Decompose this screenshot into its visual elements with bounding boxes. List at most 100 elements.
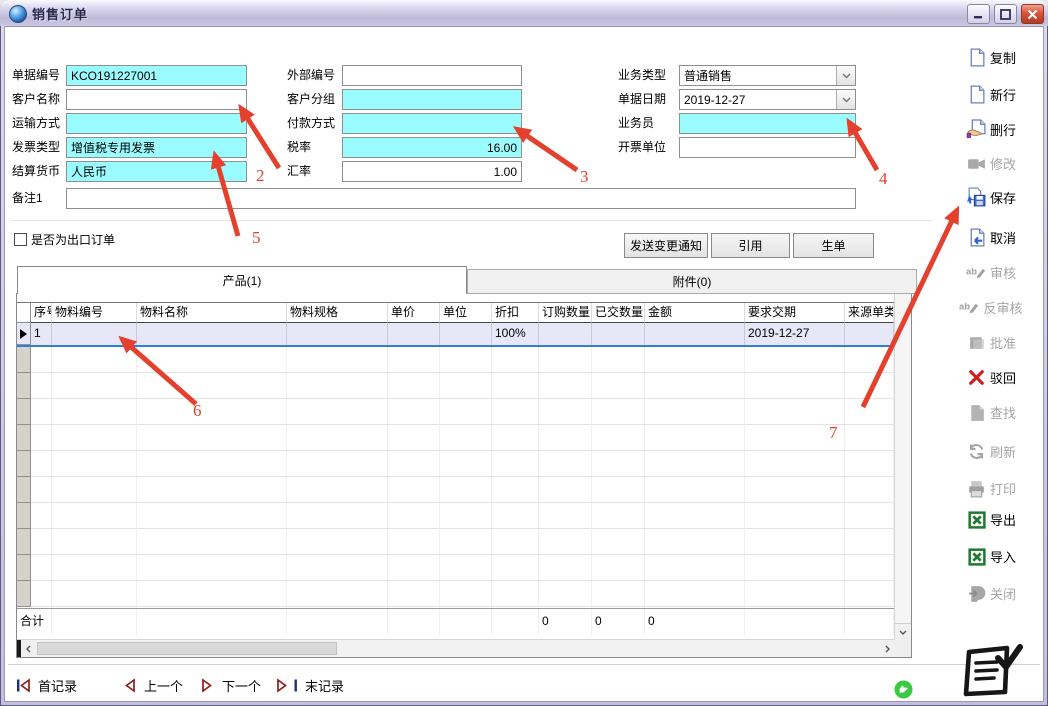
customer-group-field[interactable] (342, 89, 522, 110)
sidebar-button-reject[interactable]: 驳回 (944, 364, 1038, 390)
new-row-icon (966, 84, 987, 105)
tab-products[interactable]: 产品(1) (17, 266, 467, 294)
scroll-right-button[interactable] (880, 640, 895, 657)
grid-cell[interactable] (137, 323, 287, 345)
sidebar-button-delete-row[interactable]: 删行 (944, 116, 1038, 142)
unaudit-icon: ab (959, 297, 980, 318)
grid-cell (592, 373, 645, 399)
grid-cell (137, 555, 287, 581)
svg-text:ab: ab (966, 266, 977, 277)
grid-cell[interactable] (388, 323, 440, 345)
sidebar-button-modify[interactable]: 修改 (944, 150, 1038, 176)
order-date-dropdown-button[interactable] (836, 90, 855, 109)
exchange-rate-field[interactable]: 1.00 (342, 161, 522, 182)
column-header[interactable]: 物料编号 (52, 303, 137, 323)
payment-method-field[interactable] (342, 113, 522, 134)
sidebar-button-export[interactable]: 导出 (944, 506, 1038, 532)
grid-cell[interactable]: 1 (31, 323, 52, 345)
vertical-scrollbar[interactable] (894, 294, 911, 640)
grid-cell[interactable] (287, 323, 388, 345)
column-header[interactable]: 金额 (645, 303, 745, 323)
remark1-field[interactable] (66, 188, 856, 209)
settle-currency-field[interactable]: 人民币 (66, 161, 247, 182)
transport-mode-field[interactable] (66, 113, 247, 134)
tax-rate-field[interactable]: 16.00 (342, 137, 522, 158)
sidebar-button-approve[interactable]: 批准 (944, 329, 1038, 355)
column-header[interactable]: 单价 (388, 303, 440, 323)
save-icon (966, 187, 987, 208)
horizontal-scrollbar[interactable] (17, 639, 895, 657)
order-no-field[interactable]: KCO191227001 (66, 65, 247, 86)
sidebar-button-refresh[interactable]: 刷新 (944, 438, 1038, 464)
label-transport-mode: 运输方式 (12, 113, 60, 134)
column-header[interactable]: 物料名称 (137, 303, 287, 323)
grid-cell[interactable] (845, 323, 894, 345)
column-header[interactable]: 订购数量 (539, 303, 592, 323)
sidebar-button-close[interactable]: 关闭 (944, 580, 1038, 606)
grid-cell (492, 425, 539, 451)
grid-cell (745, 529, 845, 555)
grid-cell (492, 477, 539, 503)
scroll-left-button[interactable] (21, 640, 36, 657)
grid-cell[interactable]: 100% (492, 323, 539, 345)
salesperson-field[interactable] (679, 113, 856, 134)
grid-cell (539, 451, 592, 477)
grid-cell (539, 555, 592, 581)
sidebar-button-copy[interactable]: 复制 (944, 44, 1038, 70)
column-header[interactable]: 来源单类! (845, 303, 894, 323)
grid-cell[interactable] (52, 323, 137, 345)
customer-name-field[interactable] (66, 89, 247, 110)
label-exchange-rate: 汇率 (287, 161, 311, 182)
export-order-checkbox[interactable] (14, 233, 27, 246)
grid-cell (52, 399, 137, 425)
order-date-select[interactable]: 2019-12-27 (679, 89, 856, 110)
grid-cell (137, 503, 287, 529)
grid-cell[interactable] (592, 323, 645, 345)
grid-cell (31, 451, 52, 477)
sidebar-button-cancel[interactable]: 取消 (944, 224, 1038, 250)
tab-attachments[interactable]: 附件(0) (467, 269, 917, 294)
column-header[interactable]: 序号 (31, 303, 52, 323)
grid-total-row: 合计000 (17, 608, 894, 635)
sidebar-button-print[interactable]: 打印 (944, 475, 1038, 501)
nav-previous-record[interactable]: 上一个 (122, 674, 183, 696)
external-no-field[interactable] (342, 65, 522, 86)
grid-cell[interactable] (539, 323, 592, 345)
column-header[interactable]: 要求交期 (745, 303, 845, 323)
grid-cell[interactable] (645, 323, 745, 345)
app-logo (956, 642, 1024, 706)
generate-order-button[interactable]: 生单 (793, 233, 874, 258)
sidebar-button-import[interactable]: 导入 (944, 543, 1038, 569)
nav-next-record[interactable]: 下一个 (200, 674, 261, 696)
grid-row-selected[interactable]: 1 100% 2019-12-27 (17, 323, 911, 347)
nav-last-record[interactable]: 末记录 (276, 674, 344, 696)
business-type-dropdown-button[interactable] (836, 66, 855, 85)
scroll-down-button[interactable] (895, 623, 911, 640)
grid-cell (52, 609, 137, 635)
column-header[interactable]: 已交数量 (592, 303, 645, 323)
grid-cell[interactable] (440, 323, 492, 345)
annotation-label-3: 3 (580, 167, 589, 186)
grid-cell (492, 529, 539, 555)
invoice-type-field[interactable]: 增值税专用发票 (66, 137, 247, 158)
sidebar-button-save[interactable]: 保存 (944, 184, 1038, 210)
column-header[interactable]: 折扣 (492, 303, 539, 323)
sidebar-button-unaudit[interactable]: ab反审核 (944, 294, 1038, 320)
column-header[interactable]: 单位 (440, 303, 492, 323)
grid-empty-row (17, 581, 911, 607)
grid-cell (287, 373, 388, 399)
send-change-notice-button[interactable]: 发送变更通知 (624, 233, 708, 258)
grid-cell[interactable]: 2019-12-27 (745, 323, 845, 345)
grid-cell (745, 373, 845, 399)
column-header[interactable]: 物料规格 (287, 303, 388, 323)
business-type-select[interactable]: 普通销售 (679, 65, 856, 86)
sidebar-button-find[interactable]: 查找 (944, 399, 1038, 425)
sidebar-button-audit[interactable]: ab审核 (944, 259, 1038, 285)
row-indicator-cell (17, 581, 31, 607)
scrollbar-thumb[interactable] (37, 642, 337, 655)
sidebar-button-new-row[interactable]: 新行 (944, 81, 1038, 107)
reference-button[interactable]: 引用 (711, 233, 790, 258)
grid-cell (645, 581, 745, 607)
nav-first-record[interactable]: 首记录 (16, 674, 77, 696)
invoice-unit-field[interactable] (679, 137, 856, 158)
